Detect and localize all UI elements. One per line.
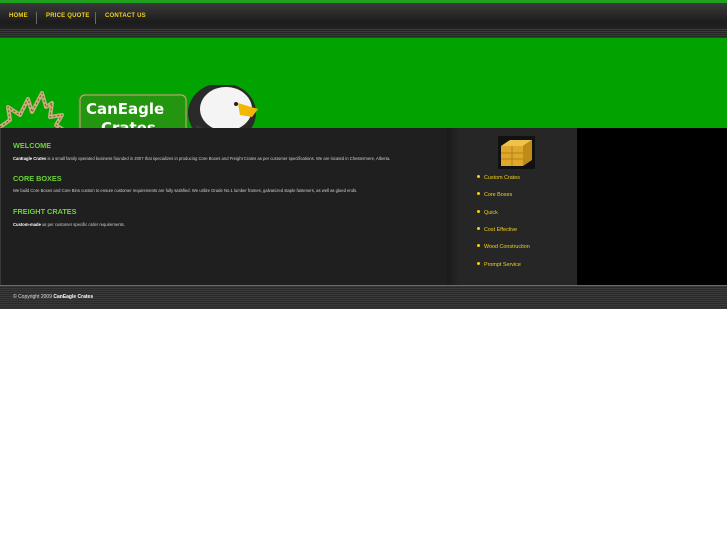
nav-divider (95, 12, 96, 24)
nav-item-price-quote[interactable]: PRICE QUOTE (46, 13, 90, 19)
core-boxes-heading: CORE BOXES (13, 174, 62, 183)
freight-crates-body: as per customer specific order requireme… (40, 222, 125, 227)
welcome-heading: WELCOME (13, 141, 52, 150)
right-black-panel (577, 128, 727, 285)
copyright-text: © Copyright 2009 CanEagle Crates (13, 294, 94, 300)
sidebar-item-quick[interactable]: Quick (477, 210, 498, 216)
bullet-icon (477, 244, 480, 248)
sidebar-item-wood-construction[interactable]: Wood Construction (477, 244, 530, 250)
header-banner: CanEagle Crates (0, 38, 727, 147)
nav-item-contact-us[interactable]: CONTACT US (105, 13, 146, 19)
footer-brand: CanEagle Crates (53, 294, 94, 300)
core-boxes-text: We build Core Boxes and Core Bins custom… (13, 188, 358, 193)
logo-wordmark-line1: CanEagle (86, 100, 165, 118)
welcome-brand: CanEagle Crates (13, 156, 47, 161)
welcome-text: CanEagle Crates is a small family operat… (13, 156, 390, 161)
nav-divider (36, 12, 37, 24)
nav-stripe (0, 29, 727, 38)
welcome-body: is a small family operated business foun… (46, 156, 391, 161)
nav-item-home[interactable]: HOME (9, 13, 28, 19)
crate-icon (498, 136, 535, 169)
freight-crates-text: Custom-made as per customer specific ord… (13, 222, 125, 227)
sidebar-item-cost-effective[interactable]: Cost Effective (477, 227, 517, 233)
bullet-icon (477, 262, 480, 266)
bullet-icon (477, 192, 480, 196)
footer: © Copyright 2009 CanEagle Crates (0, 285, 727, 309)
bullet-icon (477, 175, 480, 179)
sidebar-item-core-boxes[interactable]: Core Boxes (477, 192, 512, 198)
top-nav: HOME PRICE QUOTE CONTACT US (0, 3, 727, 39)
bullet-icon (477, 227, 480, 231)
bullet-icon (477, 210, 480, 214)
sidebar-item-prompt-service[interactable]: Prompt Service (477, 262, 521, 268)
sidebar-item-custom-crates[interactable]: Custom Crates (477, 175, 520, 181)
freight-crates-heading: FREIGHT CRATES (13, 207, 77, 216)
freight-crates-bold: Custom-made (13, 222, 41, 227)
